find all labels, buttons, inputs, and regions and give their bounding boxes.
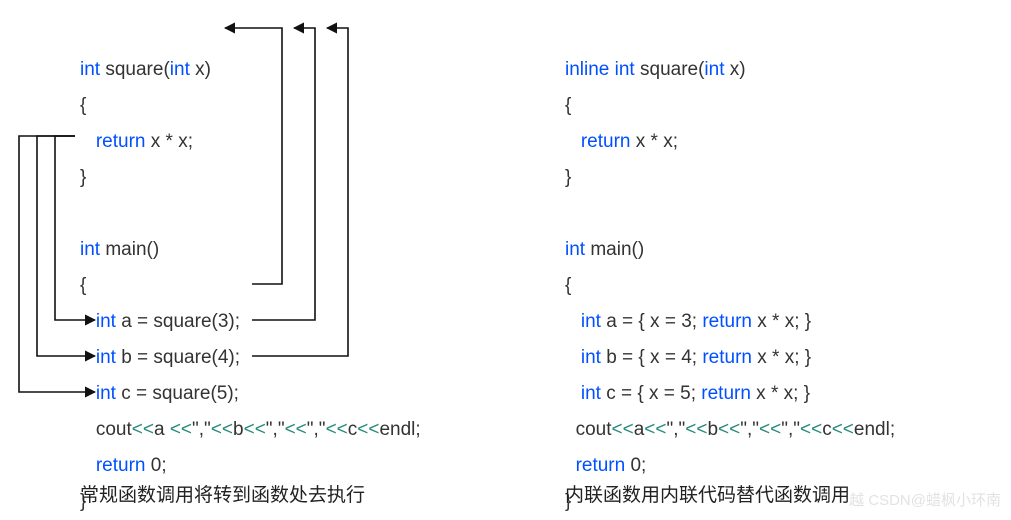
diagram-page: int square(int x) { return x * x; } int … [0, 0, 1011, 514]
arrow-return-cout-icon [19, 136, 95, 392]
arrow-return-b-icon [55, 136, 95, 320]
arrow-call-5-icon [252, 28, 348, 356]
arrow-call-4-icon [252, 28, 315, 320]
arrow-call-3-icon [225, 28, 282, 284]
call-flow-arrows [0, 0, 1011, 514]
arrow-return-c-icon [37, 136, 95, 356]
